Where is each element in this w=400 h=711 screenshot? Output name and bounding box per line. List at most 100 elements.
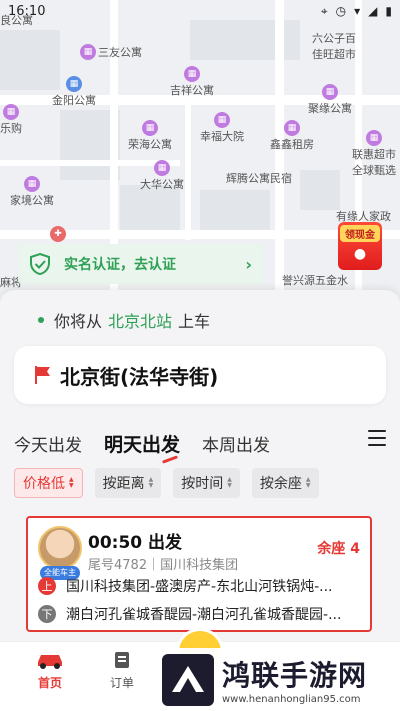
- map-poi: 辉腾公寓民宿: [226, 170, 292, 186]
- boarding-info: 你将从 北京北站 上车: [38, 308, 210, 332]
- watermark-url: www.henanhonglian95.com: [222, 694, 361, 705]
- alarm-icon: ◷: [335, 4, 347, 18]
- building-icon: ▦: [66, 76, 82, 92]
- map-poi-label: 金阳公寓: [52, 94, 96, 107]
- sort-arrows-icon: ▲ ▼: [305, 476, 311, 489]
- site-watermark: 鸿联手游网 www.henanhonglian95.com: [154, 648, 400, 711]
- building-icon: ▦: [284, 120, 300, 136]
- building-icon: ▦: [184, 66, 200, 82]
- map-road: [185, 100, 191, 240]
- map-poi-label: 幸福大院: [200, 130, 244, 143]
- boarding-prefix: 你将从: [54, 312, 103, 331]
- building-icon: ▦: [214, 112, 230, 128]
- trip-card[interactable]: 全能车主 00:50 出发 尾号4782｜国川科技集团 余座 4 上 国川科技集…: [26, 516, 372, 632]
- map-poi: ✚: [50, 226, 66, 242]
- shop-icon: ▦: [3, 104, 19, 120]
- avatar: [38, 526, 82, 570]
- map-block: [300, 170, 340, 210]
- map-poi: ▦ 吉祥公寓: [170, 66, 214, 98]
- watermark-logo-icon: [162, 653, 214, 706]
- nav-home[interactable]: 首页: [20, 650, 80, 691]
- nav-orders[interactable]: 订单: [92, 650, 152, 691]
- boarding-station[interactable]: 北京北站: [108, 308, 172, 332]
- map-poi-label: 全球甄选: [352, 164, 396, 177]
- watermark-title: 鸿联手游网: [222, 659, 368, 692]
- status-icons: ⌖ ◷ ▾ ◢ ▮: [321, 4, 392, 19]
- building-icon: ▦: [80, 44, 96, 60]
- map-poi-label: 荣海公寓: [128, 138, 172, 151]
- boarding-suffix: 上车: [178, 312, 211, 331]
- map-poi: ▦ 幸福大院: [200, 112, 244, 144]
- battery-icon: ▮: [385, 4, 392, 18]
- chevron-right-icon: ›: [245, 254, 252, 274]
- map-poi-label: 吉祥公寓: [170, 84, 214, 97]
- pickup-badge: 上: [38, 577, 56, 595]
- coupon-icon: ●: [353, 246, 367, 262]
- dropoff-row: 下 潮白河孔雀城香醍园-潮白河孔雀城香醍园-...: [38, 604, 364, 624]
- nav-home-label: 首页: [37, 676, 62, 690]
- map-poi-label: 佳旺超市: [312, 48, 356, 61]
- tab-this-week[interactable]: 本周出发: [202, 431, 270, 456]
- status-bar: 16:10 ⌖ ◷ ▾ ◢ ▮: [0, 0, 400, 22]
- map-poi: 六公子百 佳旺超市: [312, 30, 356, 62]
- map-poi: ▦ 鑫鑫租房: [270, 120, 314, 152]
- map-poi-label: 聚缘公寓: [308, 102, 352, 115]
- pickup-route: 国川科技集团-盛澳房产-东北山河铁锅炖-...: [66, 579, 333, 595]
- depart-time: 00:50 出发: [88, 533, 183, 553]
- verify-banner[interactable]: 实名认证，去认证 ›: [18, 244, 262, 284]
- destination-card[interactable]: 北京街(法华寺街): [14, 346, 386, 404]
- coupon-label: 领现金: [340, 225, 380, 242]
- tab-today[interactable]: 今天出发: [14, 431, 82, 456]
- filter-label: 按余座: [259, 476, 302, 492]
- orders-icon: [115, 652, 129, 668]
- dropoff-badge: 下: [38, 605, 56, 623]
- filter-time[interactable]: 按时间 ▲ ▼: [173, 468, 240, 498]
- map-poi: ▦ 三友公寓: [80, 44, 142, 60]
- filter-label: 按距离: [102, 476, 145, 492]
- map-view[interactable]: 良公寓 六公子百 佳旺超市 ▦ 三友公寓 ▦ 金阳公寓 ▦ 吉祥公寓 ▦ 聚缘公寓 ▦ 乐…: [0, 0, 400, 300]
- map-poi-label: 鑫鑫租房: [270, 138, 314, 151]
- destination-text: 北京街(法华寺街): [60, 364, 219, 389]
- tab-tomorrow[interactable]: 明天出发: [104, 430, 180, 457]
- plate-info: 尾号4782｜国川科技集团: [88, 558, 239, 573]
- sort-arrows-icon: ▲ ▼: [148, 476, 154, 489]
- wifi-icon: ▾: [354, 4, 361, 18]
- map-poi: ▦ 大华公寓: [140, 160, 184, 192]
- map-poi: ▦ 荣海公寓: [128, 120, 172, 152]
- verify-text: 实名认证，去认证: [64, 257, 176, 273]
- map-poi: 誉兴源五金水: [282, 272, 348, 288]
- menu-icon[interactable]: [368, 430, 386, 446]
- date-tabs: 今天出发 明天出发 本周出发: [14, 430, 386, 457]
- map-poi: ▦ 乐购: [0, 104, 22, 136]
- watermark-text: 鸿联手游网 www.henanhonglian95.com: [222, 654, 367, 705]
- hospital-icon: ✚: [50, 226, 66, 242]
- shield-check-icon: [30, 252, 50, 276]
- filter-label: 价格低: [23, 476, 65, 492]
- nav-orders-label: 订单: [109, 676, 134, 690]
- cash-coupon-button[interactable]: 领现金 ●: [338, 222, 382, 270]
- filter-seats[interactable]: 按余座 ▲ ▼: [251, 468, 319, 498]
- status-time: 16:10: [8, 3, 46, 19]
- signal-icon: ◢: [368, 4, 378, 18]
- map-poi: ▦ 家境公寓: [10, 176, 54, 208]
- shop-icon: ▦: [366, 130, 382, 146]
- map-poi-label: 家境公寓: [10, 194, 54, 207]
- map-poi: ▦ 聚缘公寓: [308, 84, 352, 116]
- filter-distance[interactable]: 按距离 ▲ ▼: [94, 468, 162, 498]
- sort-arrows-icon: ▲ ▼: [227, 476, 232, 489]
- map-poi-label: 三友公寓: [98, 46, 142, 59]
- flag-icon: [35, 366, 50, 384]
- map-poi-label: 六公子百: [312, 32, 356, 45]
- map-poi: ▦ 联惠超市 全球甄选: [352, 130, 396, 178]
- map-poi-label: 辉腾公寓民宿: [226, 172, 292, 185]
- sort-filters: 价格低 ▲ ▼ 按距离 ▲ ▼ 按时间 ▲ ▼ 按余座 ▲ ▼: [14, 468, 319, 498]
- sort-arrows-icon: ▲ ▼: [69, 476, 74, 489]
- map-poi-label: 誉兴源五金水: [282, 274, 348, 287]
- map-block: [200, 190, 270, 230]
- building-icon: ▦: [322, 84, 338, 100]
- map-poi-label: 大华公寓: [140, 178, 184, 191]
- filter-label: 按时间: [181, 476, 224, 492]
- dropoff-route: 潮白河孔雀城香醍园-潮白河孔雀城香醍园-...: [66, 607, 342, 623]
- filter-price[interactable]: 价格低 ▲ ▼: [14, 468, 83, 498]
- building-icon: ▦: [24, 176, 40, 192]
